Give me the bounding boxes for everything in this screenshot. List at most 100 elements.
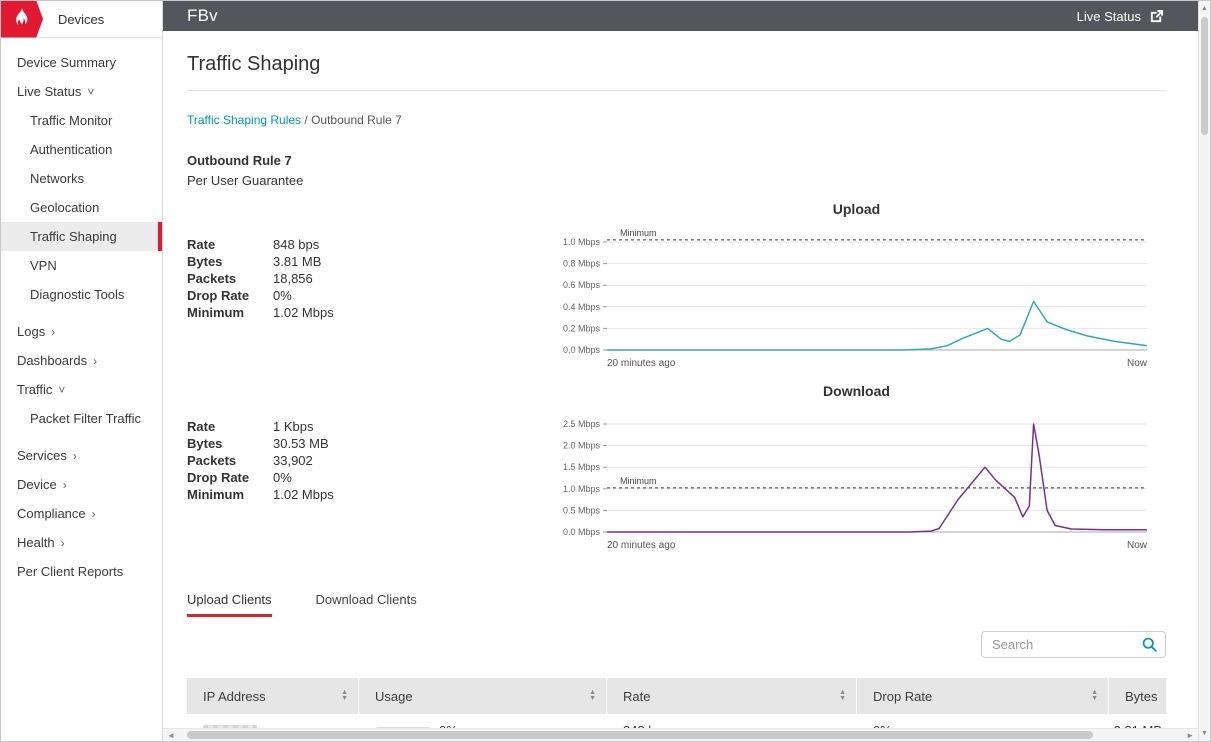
search-input[interactable] (981, 631, 1166, 658)
sidebar: Devices Device SummaryLive Status˅Traffi… (1, 1, 163, 741)
stat-value: 0% (273, 470, 292, 485)
table-header-row: IP Address▲▼Usage▲▼Rate▲▼Drop Rate▲▼Byte… (187, 678, 1166, 714)
sidebar-item-device-summary[interactable]: Device Summary (1, 48, 162, 77)
chevron-down-icon: ˅ (87, 86, 94, 98)
clients-tabs: Upload Clients Download Clients (187, 592, 1166, 617)
sidebar-item-authentication[interactable]: Authentication (1, 135, 162, 164)
scroll-down-arrow-icon[interactable]: ▼ (1199, 730, 1210, 737)
sidebar-brand: Devices (1, 1, 162, 38)
download-stat-bytes: Bytes30.53 MB (187, 435, 547, 452)
sidebar-item-label: Services (17, 448, 67, 463)
sidebar-item-label: Packet Filter Traffic (30, 411, 141, 426)
column-header-rate[interactable]: Rate ▲▼ (607, 678, 857, 714)
stat-label: Rate (187, 419, 273, 434)
svg-text:Minimum: Minimum (620, 476, 657, 486)
device-name-title: FBv (187, 6, 218, 26)
scroll-left-arrow-icon[interactable]: ◄ (167, 730, 175, 741)
download-stats: Rate1 KbpsBytes30.53 MBPackets33,902Drop… (187, 382, 547, 503)
column-header-drop-rate[interactable]: Drop Rate▲▼ (857, 678, 1109, 714)
chevron-down-icon: ˅ (58, 384, 65, 396)
svg-text:1.5 Mbps: 1.5 Mbps (562, 462, 600, 472)
sidebar-item-geolocation[interactable]: Geolocation (1, 193, 162, 222)
column-header-label: IP Address (203, 689, 266, 704)
stat-value: 3.81 MB (273, 254, 321, 269)
vertical-scrollbar-thumb[interactable] (1201, 17, 1208, 135)
scroll-up-arrow-icon[interactable]: ▲ (1199, 5, 1210, 12)
upload-stat-packets: Packets18,856 (187, 270, 547, 287)
upload-stat-drop-rate: Drop Rate0% (187, 287, 547, 304)
scroll-right-arrow-icon[interactable]: ► (1186, 730, 1194, 741)
breadcrumb-link[interactable]: Traffic Shaping Rules (187, 113, 301, 127)
sidebar-item-health[interactable]: Health› (1, 528, 162, 557)
tab-download-clients[interactable]: Download Clients (316, 592, 417, 617)
sort-icon[interactable]: ▲▼ (1091, 690, 1098, 702)
sort-icon[interactable]: ▲▼ (839, 690, 846, 702)
stat-value: 1.02 Mbps (273, 487, 334, 502)
column-header-ip-address[interactable]: IP Address ▲▼ (187, 678, 359, 714)
sidebar-item-dashboards[interactable]: Dashboards › (1, 346, 162, 375)
sidebar-item-label: Traffic Shaping (30, 229, 117, 244)
download-chart-block: Download 0.0 Mbps0.5 Mbps1.0 Mbps1.5 Mbp… (547, 382, 1166, 556)
vertical-scrollbar[interactable]: ▲ ▼ (1198, 1, 1210, 741)
stat-label: Bytes (187, 254, 273, 269)
upload-panel: Rate848 bpsBytes3.81 MBPackets18,856Drop… (187, 200, 1166, 374)
stat-value: 33,902 (273, 453, 313, 468)
svg-text:0.6 Mbps: 0.6 Mbps (562, 280, 600, 290)
sidebar-item-per-client-reports[interactable]: Per Client Reports (1, 557, 162, 586)
live-status-link[interactable]: Live Status (1077, 9, 1164, 24)
sidebar-item-traffic-monitor[interactable]: Traffic Monitor (1, 106, 162, 135)
sort-icon[interactable]: ▲▼ (341, 690, 348, 702)
sidebar-item-label: Traffic Monitor (30, 113, 112, 128)
sidebar-item-diagnostic-tools[interactable]: Diagnostic Tools (1, 280, 162, 309)
chevron-right-icon: › (93, 355, 97, 367)
sidebar-item-traffic-shaping[interactable]: Traffic Shaping (1, 222, 162, 251)
search-box (981, 631, 1166, 658)
topbar: FBv Live Status (163, 1, 1198, 31)
column-header-label: Rate (623, 689, 650, 704)
chevron-right-icon: › (73, 450, 77, 462)
sidebar-item-vpn[interactable]: VPN (1, 251, 162, 280)
sidebar-item-networks[interactable]: Networks (1, 164, 162, 193)
sidebar-item-label: Logs (17, 324, 45, 339)
app-window: Devices Device SummaryLive Status˅Traffi… (0, 0, 1211, 742)
chevron-right-icon: › (61, 537, 65, 549)
sidebar-nav: Device Summary Live Status ˅ Traffic Monito… (1, 48, 162, 586)
stat-value: 30.53 MB (273, 436, 329, 451)
download-stat-drop-rate: Drop Rate0% (187, 469, 547, 486)
sidebar-item-compliance[interactable]: Compliance› (1, 499, 162, 528)
stat-value: 848 bps (273, 237, 319, 252)
chevron-right-icon: › (63, 479, 67, 491)
sidebar-item-logs[interactable]: Logs› (1, 317, 162, 346)
sidebar-item-label: Dashboards (17, 353, 87, 368)
sidebar-item-label: Device Summary (17, 55, 116, 70)
main-area: FBv Live Status Traffic Shaping Traffic … (163, 1, 1198, 741)
search-icon[interactable] (1141, 636, 1158, 653)
column-header-bytes[interactable]: Bytes (1109, 678, 1168, 714)
sidebar-item-label: Authentication (30, 142, 112, 157)
sidebar-item-device[interactable]: Device› (1, 470, 162, 499)
sidebar-item-label: Geolocation (30, 200, 99, 215)
tab-upload-clients[interactable]: Upload Clients (187, 592, 272, 617)
sort-icon[interactable]: ▲▼ (589, 690, 596, 702)
upload-chart: 0.0 Mbps0.2 Mbps0.4 Mbps0.6 Mbps0.8 Mbps… (552, 218, 1162, 374)
svg-text:20 minutes ago: 20 minutes ago (607, 358, 676, 369)
breadcrumb: Traffic Shaping Rules / Outbound Rule 7 (187, 113, 1166, 127)
download-stat-minimum: Minimum1.02 Mbps (187, 486, 547, 503)
sidebar-item-label: Live Status (17, 84, 81, 99)
sidebar-item-packet-filter-traffic[interactable]: Packet Filter Traffic (1, 404, 162, 433)
svg-text:0.4 Mbps: 0.4 Mbps (562, 302, 600, 312)
svg-text:Now: Now (1126, 540, 1147, 551)
download-chart-title: Download (823, 382, 890, 400)
svg-text:0.8 Mbps: 0.8 Mbps (562, 259, 600, 269)
rule-subtitle: Per User Guarantee (187, 173, 1166, 188)
horizontal-scrollbar-thumb[interactable] (187, 731, 1093, 739)
sidebar-item-label: Per Client Reports (17, 564, 123, 579)
stat-value: 1.02 Mbps (273, 305, 334, 320)
sidebar-item-traffic[interactable]: Traffic˅ (1, 375, 162, 404)
sidebar-item-live-status[interactable]: Live Status ˅ (1, 77, 162, 106)
svg-text:0.5 Mbps: 0.5 Mbps (562, 505, 600, 515)
horizontal-scrollbar[interactable]: ◄ ► (163, 728, 1198, 741)
search-row (187, 631, 1166, 658)
sidebar-item-services[interactable]: Services › (1, 441, 162, 470)
column-header-usage[interactable]: Usage▲▼ (359, 678, 607, 714)
